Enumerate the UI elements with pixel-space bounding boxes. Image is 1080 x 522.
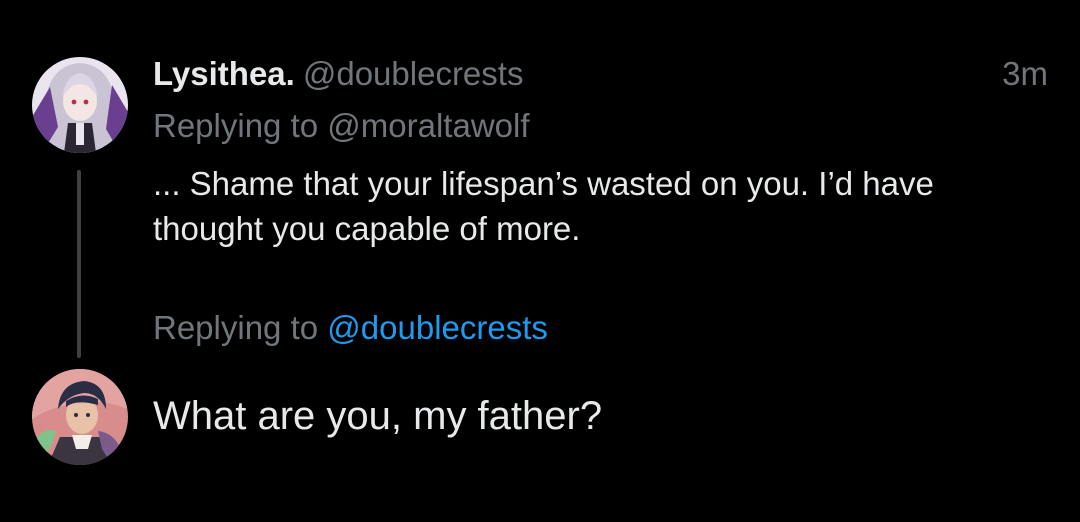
replying-to-prefix: Replying to bbox=[153, 107, 319, 144]
tweet-header: Lysithea. @doublecrests bbox=[153, 54, 523, 94]
reply-replying-to-prefix: Replying to bbox=[153, 309, 319, 346]
tweet-text-line: ... Shame that your lifespan’s wasted on… bbox=[153, 165, 934, 202]
author-handle[interactable]: @doublecrests bbox=[303, 55, 524, 92]
thread-connector-line bbox=[77, 170, 81, 358]
author-avatar[interactable] bbox=[32, 57, 128, 153]
avatar-image bbox=[32, 369, 128, 465]
author-display-name[interactable]: Lysithea. bbox=[153, 55, 295, 92]
replying-to-line: Replying to @moraltawolf bbox=[153, 106, 530, 146]
tweet-text: ... Shame that your lifespan’s wasted on… bbox=[153, 161, 1033, 251]
reply-text[interactable]: What are you, my father? bbox=[153, 391, 602, 441]
avatar-image bbox=[32, 57, 128, 153]
replying-to-handle[interactable]: @moraltawolf bbox=[327, 107, 529, 144]
tweet-timestamp[interactable]: 3m bbox=[1002, 54, 1048, 94]
reply-author-avatar[interactable] bbox=[32, 369, 128, 465]
reply-replying-to-line: Replying to @doublecrests bbox=[153, 308, 548, 348]
tweet-text-line: thought you capable of more. bbox=[153, 210, 581, 247]
reply-replying-to-handle[interactable]: @doublecrests bbox=[327, 309, 548, 346]
